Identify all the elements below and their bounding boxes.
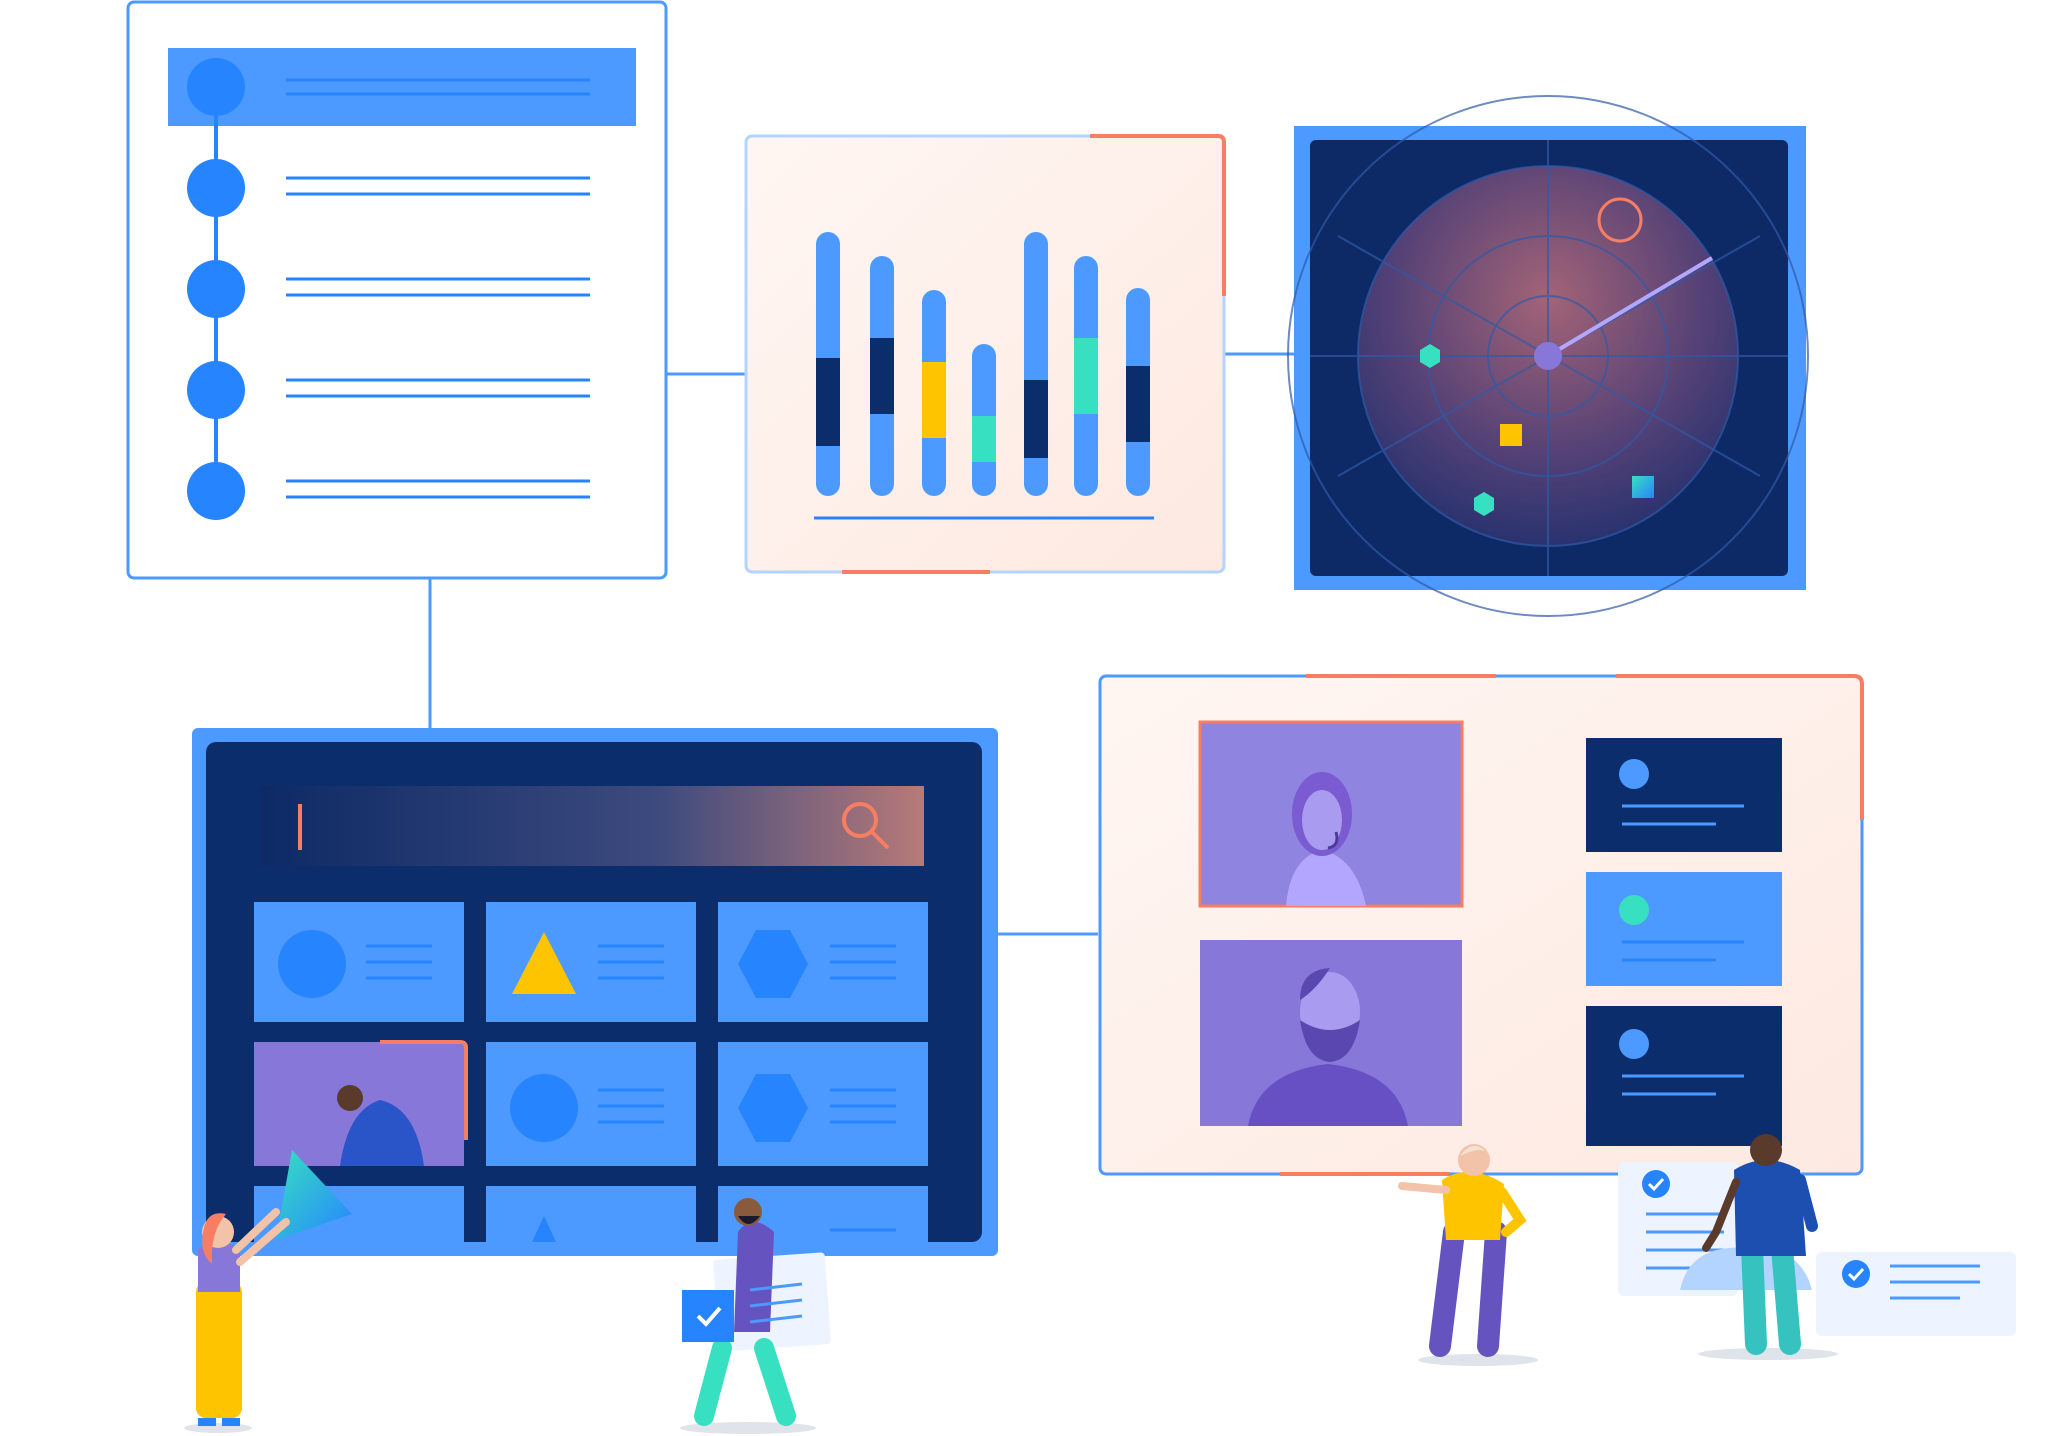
bar-chart-panel [744, 134, 1226, 574]
chart-bar [816, 232, 840, 496]
tile-hexagon[interactable] [718, 902, 928, 1022]
radar-blip-teal-square [1632, 476, 1654, 498]
illustration-svg [126, 0, 2016, 1434]
tile-partial [254, 1186, 928, 1242]
chart-bar [972, 344, 996, 496]
illustration-canvas [0, 0, 2048, 1436]
info-card[interactable] [1586, 738, 1782, 852]
list-panel [126, 0, 668, 580]
tile-circle[interactable] [486, 1042, 696, 1166]
chart-bar [1074, 256, 1098, 496]
chart-bar [1126, 288, 1150, 496]
check-icon [1842, 1260, 1870, 1288]
tile-triangle[interactable] [486, 902, 696, 1022]
video-tile-participant[interactable] [1200, 940, 1462, 1126]
tile-hexagon[interactable] [718, 1042, 928, 1166]
info-card[interactable] [1586, 1006, 1782, 1146]
info-card[interactable] [1586, 872, 1782, 986]
chart-bar [870, 256, 894, 496]
search-panel [192, 728, 998, 1256]
video-call-panel [1098, 674, 1864, 1176]
tile-video[interactable] [254, 1040, 468, 1166]
person-yellow-shirt [1398, 1144, 1538, 1366]
floating-document [1816, 1252, 2016, 1336]
chart-bar [1024, 232, 1048, 496]
check-icon [1642, 1170, 1670, 1198]
radar-blip-yellow-square [1500, 424, 1522, 446]
video-tile-participant[interactable] [1198, 720, 1464, 908]
chart-bar [922, 290, 946, 496]
tile-circle[interactable] [254, 902, 464, 1022]
radar-panel [1287, 95, 1809, 617]
